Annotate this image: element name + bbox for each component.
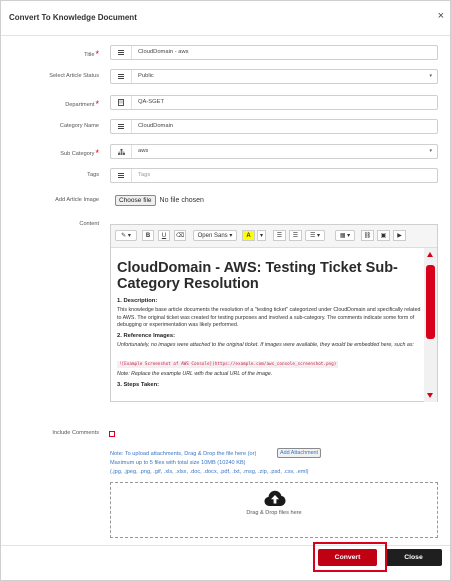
file-types-note: (.jpg, .jpeg, .png, .gif, .xls, .xlsx, .… xyxy=(110,469,309,475)
editor-toolbar: ✎ ▾ B U ⌫ Open Sans ▾ A ▾ ☰ ☰ ☰ ▾ ▦ ▾ ⛓ … xyxy=(111,225,437,248)
drop-zone-text: Drag & Drop files here xyxy=(246,510,302,516)
chevron-down-icon: ▾ xyxy=(429,148,432,154)
numbered-list-button[interactable]: ☰ xyxy=(289,230,302,241)
choose-file-button[interactable]: Choose file xyxy=(115,195,156,206)
content-label: Content xyxy=(79,221,99,227)
status-label: Select Article Status xyxy=(49,73,99,79)
list-icon xyxy=(111,120,132,133)
numbered-list-icon: ☰ xyxy=(292,233,299,239)
bold-button[interactable]: B xyxy=(142,230,154,241)
convert-dialog: Convert To Knowledge Document × Title* C… xyxy=(0,0,451,581)
dialog-title: Convert To Knowledge Document xyxy=(9,13,137,22)
file-input[interactable]: Choose file No file chosen xyxy=(115,195,204,206)
scroll-thumb[interactable] xyxy=(426,265,435,339)
video-icon: ▶ xyxy=(397,233,402,239)
required-mark: * xyxy=(95,49,99,59)
section-title: 2. Reference Images: xyxy=(117,332,175,339)
content-heading: CloudDomain - AWS: Testing Ticket Sub-Ca… xyxy=(117,260,398,292)
rich-text-editor[interactable]: ✎ ▾ B U ⌫ Open Sans ▾ A ▾ ☰ ☰ ☰ ▾ ▦ ▾ ⛓ … xyxy=(110,224,438,402)
convert-highlight xyxy=(313,542,387,572)
magic-wand-button[interactable]: ✎ ▾ xyxy=(115,230,137,241)
department-field[interactable]: QA-SGET xyxy=(110,95,438,110)
image-button[interactable]: ▣ xyxy=(377,230,390,241)
tags-input[interactable]: Tags xyxy=(110,168,438,183)
upload-note: Note: To upload attachments, Drag & Drop… xyxy=(110,451,257,457)
link-icon: ⛓ xyxy=(363,233,372,239)
section-text: This knowledge base article documents th… xyxy=(117,307,421,329)
building-icon xyxy=(111,96,132,109)
magic-wand-icon: ✎ xyxy=(121,233,127,239)
include-comments-checkbox[interactable] xyxy=(109,431,115,437)
link-button[interactable]: ⛓ xyxy=(361,230,374,241)
status-value: Public xyxy=(138,73,154,79)
image-icon: ▣ xyxy=(380,233,387,239)
close-button[interactable]: Close xyxy=(385,549,442,566)
subcategory-value: aws xyxy=(138,148,149,154)
cloud-upload-icon xyxy=(264,490,286,512)
bullet-list-button[interactable]: ☰ xyxy=(273,230,286,241)
underline-button[interactable]: U xyxy=(158,230,170,241)
bullet-list-icon: ☰ xyxy=(276,233,283,239)
title-label: Title* xyxy=(84,49,99,59)
add-attachment-button[interactable]: Add Attachment xyxy=(277,448,322,458)
department-label: Department* xyxy=(65,99,99,109)
editor-scrollbar[interactable] xyxy=(424,248,437,402)
paragraph-align-dropdown[interactable]: ☰ ▾ xyxy=(305,230,325,241)
editor-content[interactable]: CloudDomain - AWS: Testing Ticket Sub-Ca… xyxy=(114,252,422,400)
font-family-dropdown[interactable]: Open Sans ▾ xyxy=(193,230,237,241)
video-button[interactable]: ▶ xyxy=(393,230,406,241)
section-text: Unfortunately, no images were attached t… xyxy=(117,341,414,348)
list-icon xyxy=(111,169,132,182)
no-file-text: No file chosen xyxy=(159,197,204,204)
size-limit-note: Maximum up to 5 files with total size 10… xyxy=(110,460,246,466)
table-icon: ▦ xyxy=(339,233,346,239)
category-label: Category Name xyxy=(59,123,99,129)
tags-label: Tags xyxy=(87,172,99,178)
subcategory-select[interactable]: aws ▾ xyxy=(110,144,438,159)
status-select[interactable]: Public ▾ xyxy=(110,69,438,84)
title-field[interactable]: CloudDomain - aws xyxy=(110,45,438,60)
required-mark: * xyxy=(95,148,99,158)
eraser-icon: ⌫ xyxy=(175,233,185,239)
scroll-up-icon[interactable] xyxy=(427,252,433,257)
image-label: Add Article Image xyxy=(55,197,99,203)
section-title: 3. Steps Taken: xyxy=(117,381,160,388)
close-icon[interactable]: × xyxy=(438,10,444,22)
chevron-down-icon: ▾ xyxy=(429,73,432,79)
text-color-dropdown[interactable]: ▾ xyxy=(257,230,266,241)
category-value: CloudDomain xyxy=(138,123,174,129)
section-title: 1. Description: xyxy=(117,298,158,304)
tags-placeholder: Tags xyxy=(138,172,151,178)
dialog-header: Convert To Knowledge Document × xyxy=(1,1,450,36)
department-value: QA-SGET xyxy=(138,99,165,105)
table-dropdown[interactable]: ▦ ▾ xyxy=(335,230,355,241)
align-icon: ☰ xyxy=(309,233,316,239)
code-snippet: ![Example Screenshot of AWS Console](htt… xyxy=(117,361,339,369)
scroll-down-icon[interactable] xyxy=(427,393,433,398)
include-comments-label: Include Comments xyxy=(52,430,99,436)
eraser-button[interactable]: ⌫ xyxy=(174,230,186,241)
category-field[interactable]: CloudDomain xyxy=(110,119,438,134)
list-icon xyxy=(111,70,132,83)
text-color-button[interactable]: A xyxy=(242,230,255,241)
list-icon xyxy=(111,46,132,59)
required-mark: * xyxy=(95,99,99,109)
subcategory-label: Sub Category* xyxy=(60,148,99,158)
title-value: CloudDomain - aws xyxy=(138,49,189,55)
sitemap-icon xyxy=(111,145,132,158)
drop-zone[interactable]: Drag & Drop files here xyxy=(110,482,438,538)
note-text: Note: Replace the example URL with the a… xyxy=(117,371,273,378)
